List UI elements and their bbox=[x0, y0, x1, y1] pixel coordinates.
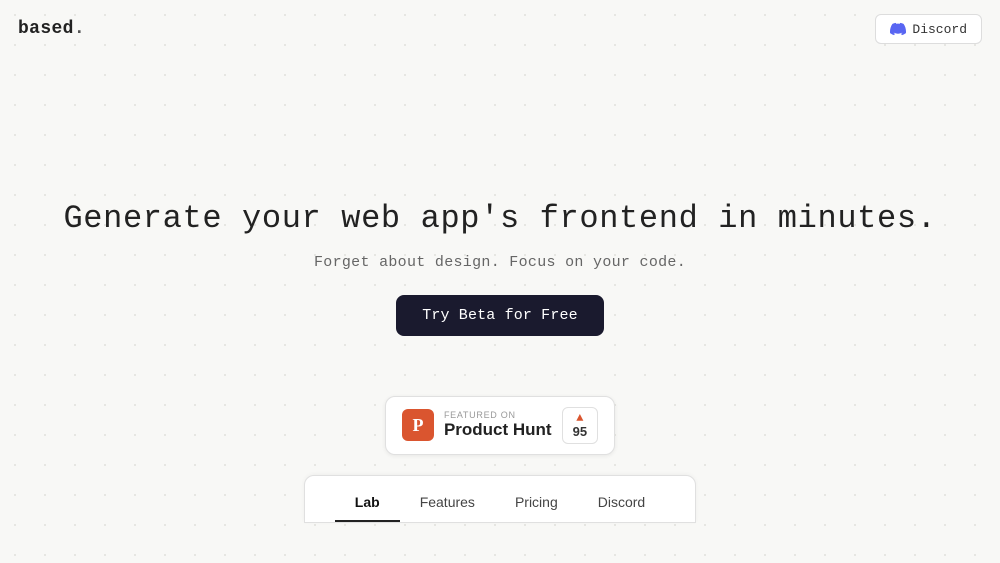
product-hunt-text: FEATURED ON Product Hunt bbox=[444, 410, 552, 440]
product-hunt-badge[interactable]: P FEATURED ON Product Hunt ▲ 95 bbox=[385, 396, 615, 455]
logo-text: based bbox=[18, 19, 74, 39]
upvote-arrow-icon: ▲ bbox=[576, 412, 583, 424]
featured-on-label: FEATURED ON bbox=[444, 410, 552, 420]
try-beta-button[interactable]: Try Beta for Free bbox=[396, 295, 604, 336]
nav-item-features[interactable]: Features bbox=[400, 486, 495, 522]
logo-dot: . bbox=[74, 19, 85, 39]
bottom-nav-wrapper: Lab Features Pricing Discord bbox=[0, 475, 1000, 523]
discord-button[interactable]: Discord bbox=[875, 14, 982, 44]
nav-item-lab[interactable]: Lab bbox=[335, 486, 400, 522]
nav-item-pricing[interactable]: Pricing bbox=[495, 486, 578, 522]
hero-section: Generate your web app's frontend in minu… bbox=[0, 58, 1000, 336]
navbar: based. Discord bbox=[0, 0, 1000, 58]
bottom-nav: Lab Features Pricing Discord bbox=[304, 475, 696, 523]
product-hunt-logo: P bbox=[402, 409, 434, 441]
product-hunt-letter: P bbox=[412, 415, 423, 436]
product-hunt-name: Product Hunt bbox=[444, 420, 552, 440]
hero-subtitle: Forget about design. Focus on your code. bbox=[314, 254, 686, 271]
discord-icon bbox=[890, 21, 906, 37]
discord-button-label: Discord bbox=[912, 22, 967, 37]
upvote-counter[interactable]: ▲ 95 bbox=[562, 407, 598, 444]
upvote-count: 95 bbox=[573, 424, 587, 439]
nav-item-discord[interactable]: Discord bbox=[578, 486, 665, 522]
logo: based. bbox=[18, 19, 85, 39]
product-hunt-section: P FEATURED ON Product Hunt ▲ 95 bbox=[0, 396, 1000, 455]
hero-title: Generate your web app's frontend in minu… bbox=[63, 198, 936, 240]
